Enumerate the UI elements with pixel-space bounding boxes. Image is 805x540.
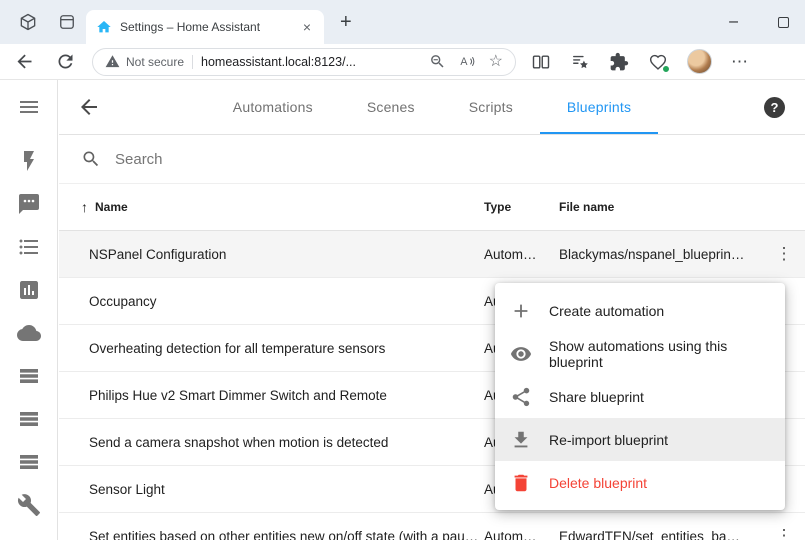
row-name: Philips Hue v2 Smart Dimmer Switch and R… <box>59 388 484 403</box>
address-bar[interactable]: Not secure homeassistant.local:8123/... … <box>92 48 516 76</box>
row-name: Send a camera snapshot when motion is de… <box>59 435 484 450</box>
read-aloud-icon[interactable]: A <box>459 53 476 70</box>
browser-menu-icon[interactable]: ⋯ <box>731 53 748 70</box>
row-name: NSPanel Configuration <box>59 247 484 262</box>
extensions-puzzle-icon[interactable] <box>609 52 629 72</box>
plus-icon <box>510 300 532 322</box>
menu-item-reimport-blueprint[interactable]: Re-import blueprint <box>495 418 785 461</box>
refresh-icon[interactable] <box>55 51 76 72</box>
browser-window: Settings – Home Assistant × + – Not secu… <box>0 0 805 540</box>
tab-automations[interactable]: Automations <box>206 80 340 134</box>
menu-item-label: Re-import blueprint <box>549 432 668 448</box>
kebab-menu-icon[interactable]: ⋮ <box>763 244 805 264</box>
workspaces-icon[interactable] <box>18 12 38 32</box>
column-header-type[interactable]: Type <box>484 200 559 214</box>
menu-item-create-automation[interactable]: Create automation <box>495 289 785 332</box>
row-file: Blackymas/nspanel_blueprin… <box>559 247 763 262</box>
help-icon[interactable]: ? <box>764 97 785 118</box>
logbook-icon[interactable] <box>17 235 41 259</box>
menu-item-delete-blueprint[interactable]: Delete blueprint <box>495 461 785 504</box>
row-type: Autom… <box>484 247 559 262</box>
browser-titlebar: Settings – Home Assistant × + – <box>0 0 805 44</box>
url-text[interactable]: homeassistant.local:8123/... <box>201 55 421 69</box>
menu-item-label: Show automations using this blueprint <box>549 338 770 370</box>
split-screen-icon[interactable] <box>531 52 551 72</box>
row-name: Overheating detection for all temperatur… <box>59 341 484 356</box>
not-secure-warning-icon <box>105 54 120 69</box>
menu-item-label: Delete blueprint <box>549 475 647 491</box>
column-header-name[interactable]: ↑ Name <box>59 199 484 215</box>
eye-icon <box>510 343 532 365</box>
download-icon <box>510 429 532 451</box>
zoom-out-icon[interactable] <box>429 53 446 70</box>
media-icon[interactable] <box>17 192 41 216</box>
table-row[interactable]: Set entities based on other entities new… <box>59 513 805 540</box>
trash-icon <box>510 472 532 494</box>
search-input[interactable] <box>115 151 789 168</box>
ha-tab-bar: Automations Scenes Scripts Blueprints <box>59 80 805 134</box>
table-header: ↑ Name Type File name <box>59 184 805 231</box>
status-dot <box>662 65 670 73</box>
column-header-file[interactable]: File name <box>559 200 805 214</box>
table-row[interactable]: NSPanel Configuration Autom… Blackymas/n… <box>59 231 805 278</box>
favorites-hub-icon[interactable] <box>570 52 590 72</box>
ha-back-icon[interactable] <box>77 95 101 119</box>
context-menu: Create automation Show automations using… <box>495 283 785 510</box>
share-icon <box>510 386 532 408</box>
browser-back-icon[interactable] <box>14 51 35 72</box>
new-tab-button[interactable]: + <box>340 12 352 32</box>
menu-item-share-blueprint[interactable]: Share blueprint <box>495 375 785 418</box>
home-assistant-app: Automations Scenes Scripts Blueprints ? … <box>0 80 805 540</box>
divider <box>192 55 193 69</box>
home-assistant-logo-icon <box>96 19 112 35</box>
menu-item-show-automations[interactable]: Show automations using this blueprint <box>495 332 785 375</box>
row-name: Sensor Light <box>59 482 484 497</box>
ha-header: Automations Scenes Scripts Blueprints ? <box>59 80 805 135</box>
browser-tab[interactable]: Settings – Home Assistant × <box>86 10 324 44</box>
add-favorite-star-icon[interactable]: ☆ <box>489 54 503 70</box>
energy-icon[interactable] <box>17 149 41 173</box>
server-icon-1[interactable] <box>17 364 41 388</box>
browser-essentials-icon[interactable] <box>648 52 668 72</box>
row-name: Set entities based on other entities new… <box>59 529 484 540</box>
row-file: EdwardTEN/set_entities_ba… <box>559 529 763 540</box>
search-bar[interactable] <box>59 135 805 184</box>
browser-toolbar: Not secure homeassistant.local:8123/... … <box>0 44 805 80</box>
tools-wrench-icon[interactable] <box>17 493 41 517</box>
minimize-button[interactable]: – <box>729 14 738 30</box>
history-icon[interactable] <box>17 278 41 302</box>
server-icon-2[interactable] <box>17 407 41 431</box>
svg-text:A: A <box>460 56 468 68</box>
tab-actions-icon[interactable] <box>57 12 77 32</box>
security-label[interactable]: Not secure <box>126 55 184 69</box>
sort-asc-icon: ↑ <box>81 199 88 215</box>
row-type: Autom… <box>484 529 559 540</box>
menu-item-label: Create automation <box>549 303 664 319</box>
row-name: Occupancy <box>59 294 484 309</box>
search-icon <box>81 149 101 169</box>
column-label-name: Name <box>95 200 128 214</box>
tab-blueprints[interactable]: Blueprints <box>540 80 658 134</box>
profile-avatar[interactable] <box>687 49 712 74</box>
maximize-button[interactable] <box>778 17 789 28</box>
close-tab-icon[interactable]: × <box>300 19 314 35</box>
tab-scenes[interactable]: Scenes <box>340 80 442 134</box>
server-icon-3[interactable] <box>17 450 41 474</box>
kebab-menu-icon[interactable]: ⋮ <box>763 526 805 540</box>
menu-item-label: Share blueprint <box>549 389 644 405</box>
menu-icon[interactable] <box>17 95 41 119</box>
tab-scripts[interactable]: Scripts <box>442 80 540 134</box>
cloud-icon[interactable] <box>17 321 41 345</box>
ha-sidebar <box>0 80 58 540</box>
window-controls: – <box>729 14 805 30</box>
tab-title: Settings – Home Assistant <box>120 20 300 34</box>
